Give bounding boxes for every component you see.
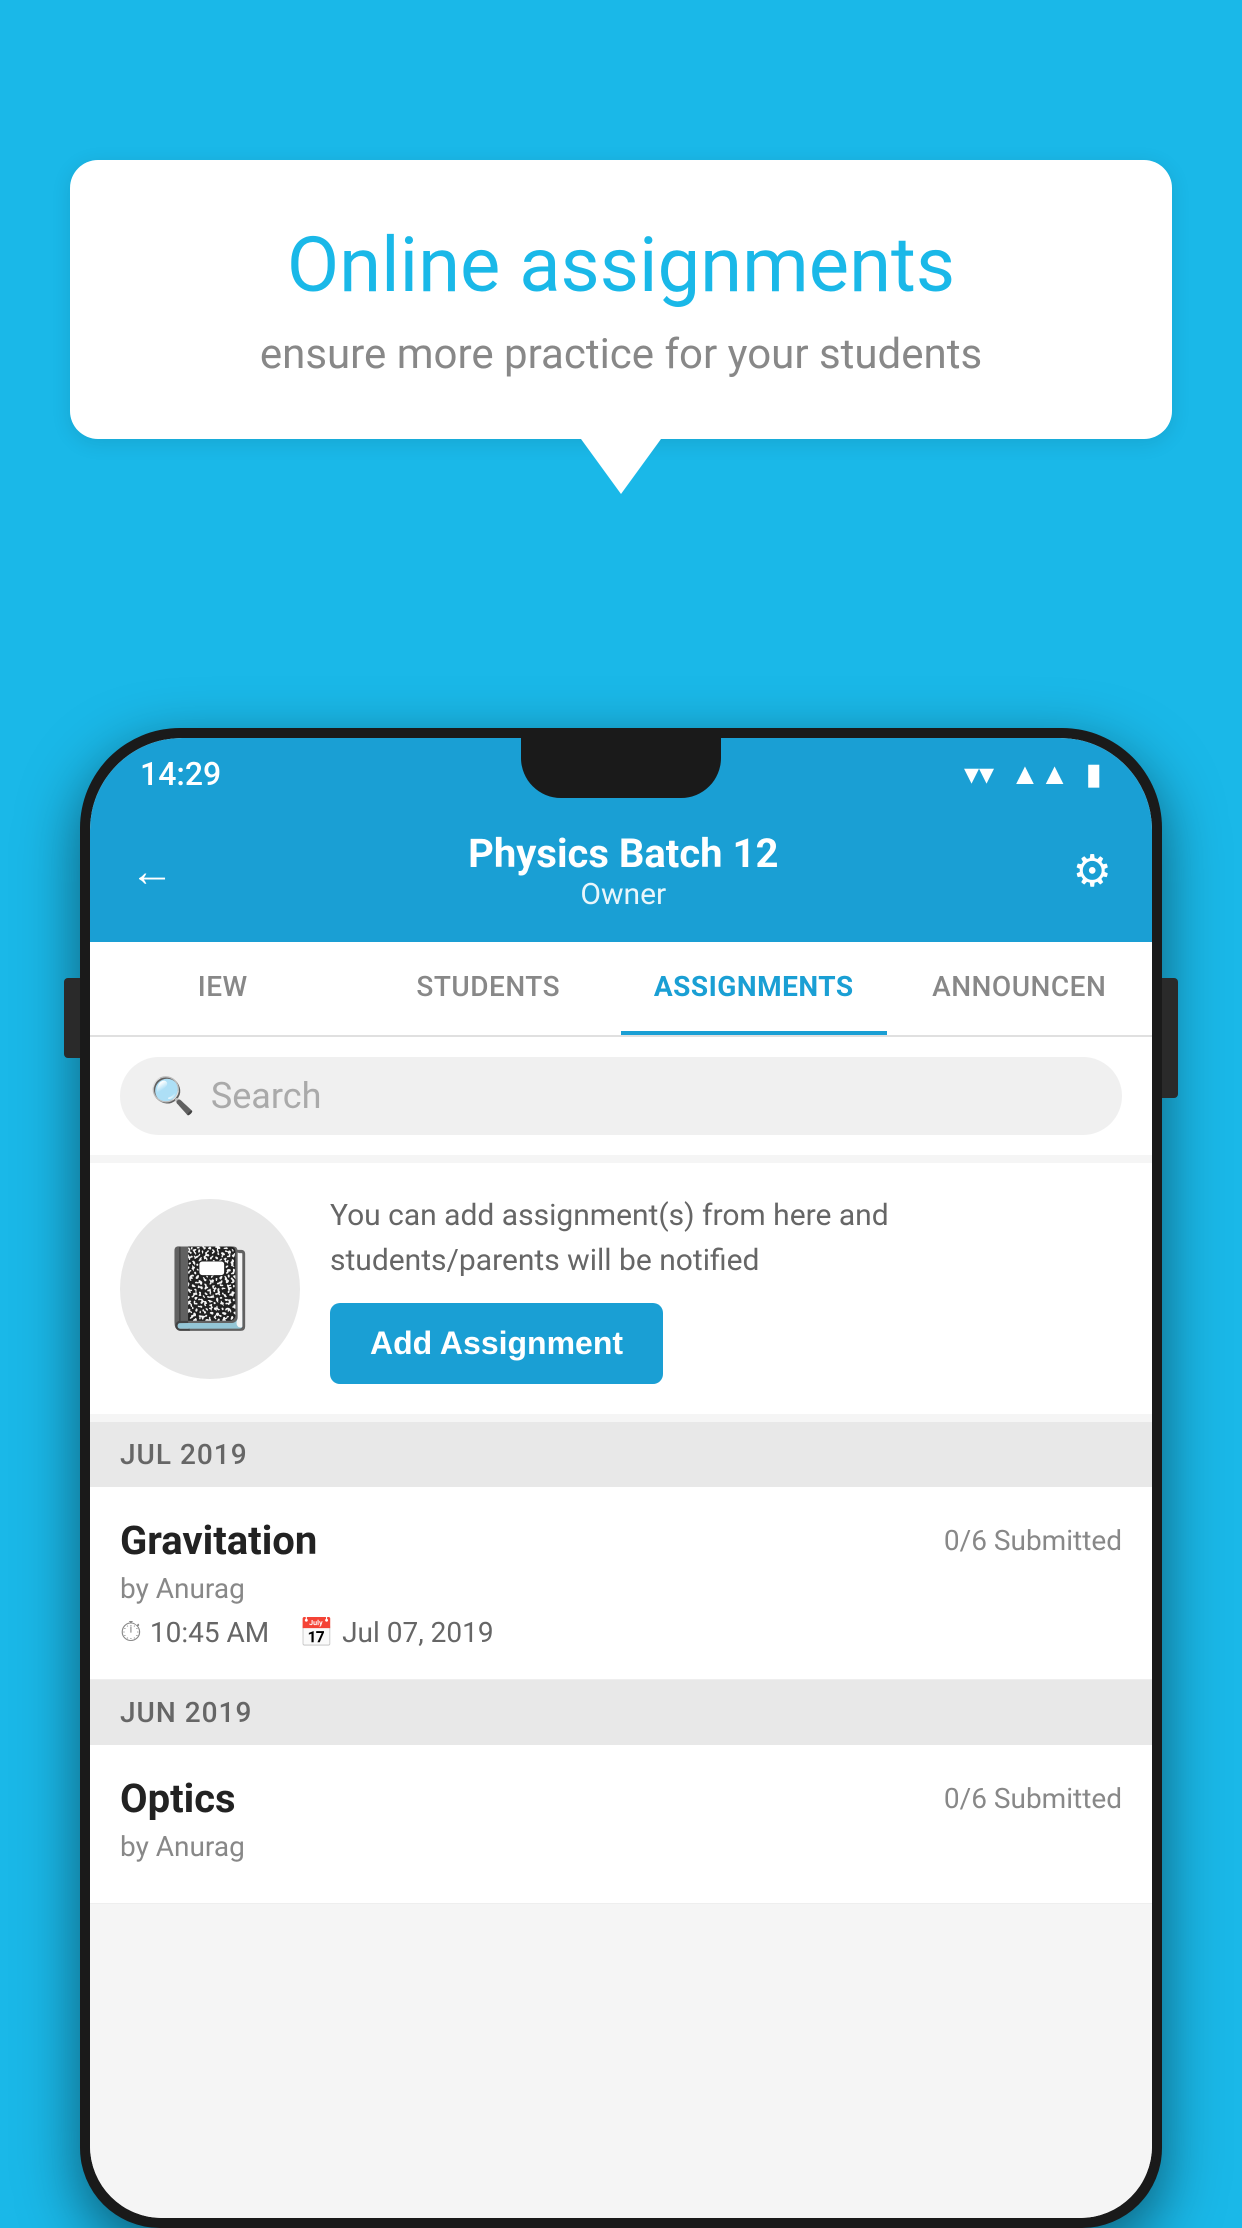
status-time: 14:29: [140, 755, 221, 793]
battery-icon: ▮: [1085, 757, 1102, 792]
batch-title: Physics Batch 12: [468, 830, 778, 877]
assignment-status: 0/6 Submitted: [944, 1524, 1122, 1557]
tab-iew[interactable]: IEW: [90, 942, 356, 1035]
speech-bubble-container: Online assignments ensure more practice …: [70, 160, 1172, 494]
power-button: [1162, 978, 1178, 1098]
assignment-by: by Anurag: [120, 1572, 1122, 1605]
promo-content: You can add assignment(s) from here and …: [330, 1193, 1122, 1384]
tabs-bar: IEW STUDENTS ASSIGNMENTS ANNOUNCEN: [90, 942, 1152, 1037]
tab-assignments[interactable]: ASSIGNMENTS: [621, 942, 887, 1035]
speech-bubble-title: Online assignments: [150, 220, 1092, 310]
search-container: 🔍 Search: [90, 1037, 1152, 1155]
settings-icon[interactable]: ⚙: [1073, 845, 1112, 897]
assignment-row1-optics: Optics 0/6 Submitted: [120, 1775, 1122, 1822]
header-title-block: Physics Batch 12 Owner: [468, 830, 778, 912]
clock-icon: ⏱: [120, 1615, 142, 1649]
back-button[interactable]: ←: [130, 845, 174, 897]
tab-students[interactable]: STUDENTS: [356, 942, 622, 1035]
date-value: Jul 07, 2019: [342, 1616, 494, 1649]
app-header: ← Physics Batch 12 Owner ⚙: [90, 810, 1152, 942]
assignment-status-optics: 0/6 Submitted: [944, 1782, 1122, 1815]
signal-icon: ▲▲: [1010, 757, 1069, 792]
assignment-row1: Gravitation 0/6 Submitted: [120, 1517, 1122, 1564]
tab-announcements[interactable]: ANNOUNCEN: [887, 942, 1153, 1035]
assignment-item-gravitation[interactable]: Gravitation 0/6 Submitted by Anurag ⏱ 10…: [90, 1487, 1152, 1680]
assignment-by-optics: by Anurag: [120, 1830, 1122, 1863]
time-value: 10:45 AM: [150, 1616, 269, 1649]
assignment-name: Gravitation: [120, 1517, 317, 1564]
search-placeholder: Search: [211, 1075, 322, 1117]
phone-screen: 14:29 ▾▾ ▲▲ ▮ ← Physics Batch 12 Owner ⚙…: [90, 738, 1152, 2218]
assignment-meta: ⏱ 10:45 AM 📅 Jul 07, 2019: [120, 1615, 1122, 1649]
status-icons: ▾▾ ▲▲ ▮: [964, 757, 1102, 792]
wifi-icon: ▾▾: [964, 757, 994, 792]
promo-icon-circle: 📓: [120, 1199, 300, 1379]
phone-notch: [521, 738, 721, 798]
assignment-name-optics: Optics: [120, 1775, 236, 1822]
promo-text: You can add assignment(s) from here and …: [330, 1193, 1122, 1283]
notebook-icon: 📓: [160, 1242, 260, 1336]
search-bar[interactable]: 🔍 Search: [120, 1057, 1122, 1135]
assignment-time: ⏱ 10:45 AM: [120, 1615, 269, 1649]
speech-bubble-tail: [581, 439, 661, 494]
section-header-jul: JUL 2019: [90, 1422, 1152, 1487]
speech-bubble-subtitle: ensure more practice for your students: [150, 330, 1092, 379]
speech-bubble: Online assignments ensure more practice …: [70, 160, 1172, 439]
content-area: 🔍 Search 📓 You can add assignment(s) fro…: [90, 1037, 1152, 2218]
phone-frame: 14:29 ▾▾ ▲▲ ▮ ← Physics Batch 12 Owner ⚙…: [80, 728, 1162, 2228]
search-icon: 🔍: [150, 1075, 195, 1117]
promo-card: 📓 You can add assignment(s) from here an…: [90, 1163, 1152, 1414]
section-header-jun: JUN 2019: [90, 1680, 1152, 1745]
volume-button: [64, 978, 80, 1058]
calendar-icon: 📅: [299, 1616, 334, 1649]
add-assignment-button[interactable]: Add Assignment: [330, 1303, 663, 1384]
assignment-item-optics[interactable]: Optics 0/6 Submitted by Anurag: [90, 1745, 1152, 1904]
batch-role: Owner: [468, 877, 778, 912]
assignment-date: 📅 Jul 07, 2019: [299, 1616, 493, 1649]
